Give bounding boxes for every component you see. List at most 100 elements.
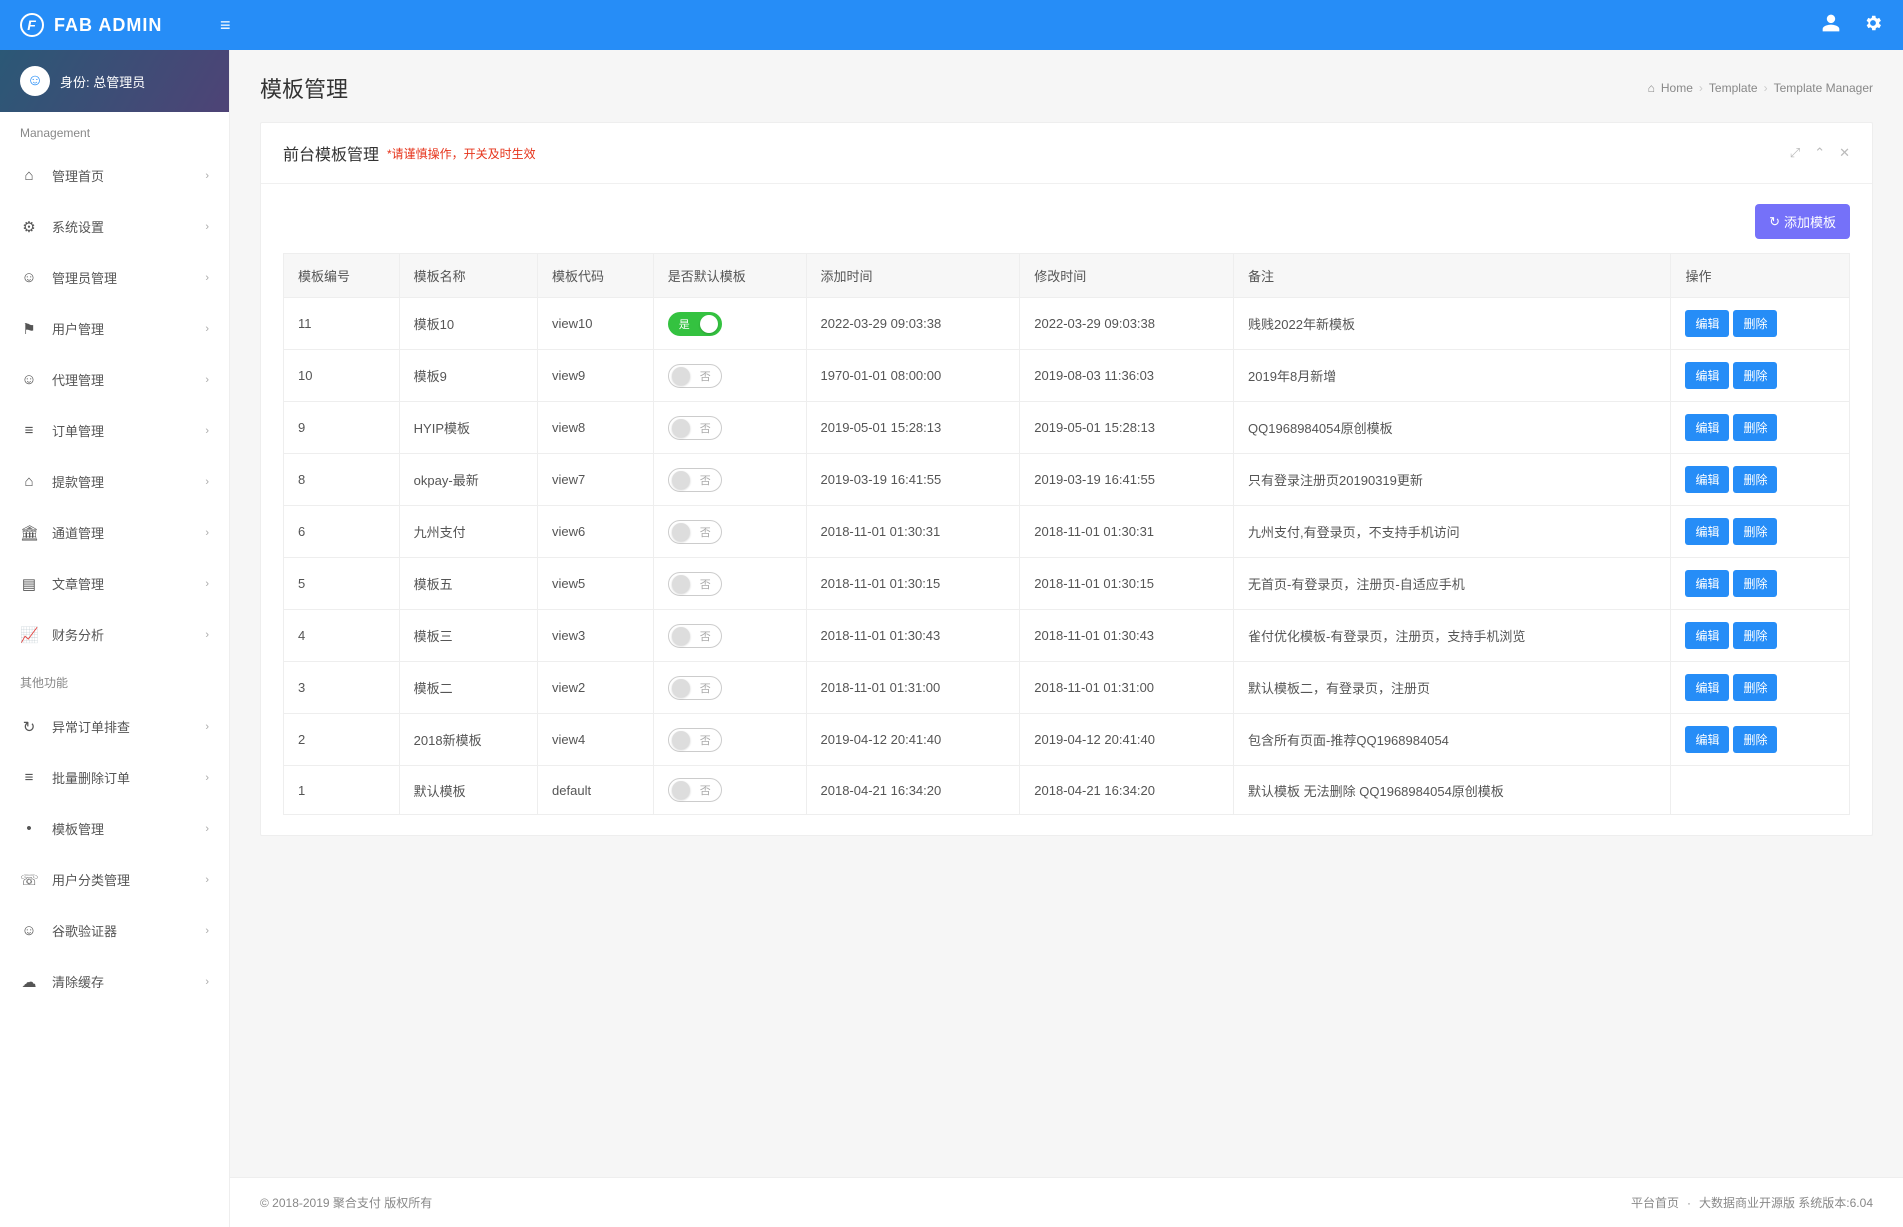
edit-button[interactable]: 编辑 [1685,570,1729,597]
edit-button[interactable]: 编辑 [1685,362,1729,389]
nav-header-management: Management [0,112,229,150]
refresh-icon: ↻ [1769,214,1780,230]
table-row: 9HYIP模板view8否2019-05-01 15:28:132019-05-… [284,402,1850,454]
nav-label: 用户分类管理 [52,870,130,889]
table-row: 22018新模板view4否2019-04-12 20:41:402019-04… [284,714,1850,766]
delete-button[interactable]: 删除 [1733,674,1777,701]
sidebar-item[interactable]: ☺管理员管理› [0,252,229,303]
chevron-right-icon: › [205,925,209,937]
table-header: 修改时间 [1020,254,1234,298]
default-switch[interactable]: 否 [668,624,722,648]
edit-button[interactable]: 编辑 [1685,414,1729,441]
sidebar-item[interactable]: ⌂ 提款管理 › [0,456,229,507]
nav-label: 用户管理 [52,319,104,338]
table-header: 是否默认模板 [653,254,806,298]
chevron-right-icon: › [205,221,209,233]
delete-button[interactable]: 删除 [1733,310,1777,337]
delete-button[interactable]: 删除 [1733,726,1777,753]
sidebar-item[interactable]: ⚑用户管理› [0,303,229,354]
sidebar-item[interactable]: ⌂管理首页› [0,150,229,201]
edit-button[interactable]: 编辑 [1685,622,1729,649]
default-switch[interactable]: 否 [668,520,722,544]
sidebar-item[interactable]: ⚙系统设置› [0,201,229,252]
default-switch[interactable]: 否 [668,364,722,388]
default-switch[interactable]: 是 [668,312,722,336]
sidebar-item[interactable]: ☺谷歌验证器› [0,905,229,956]
nav-label: 异常订单排查 [52,717,130,736]
default-switch[interactable]: 否 [668,728,722,752]
add-template-label: 添加模板 [1784,212,1836,231]
footer-link[interactable]: 平台首页 [1631,1194,1679,1211]
nav-label: 提款管理 [52,472,104,491]
sidebar-item[interactable]: ☺代理管理› [0,354,229,405]
table-header: 添加时间 [806,254,1020,298]
edit-button[interactable]: 编辑 [1685,310,1729,337]
nav-header-other: 其他功能 [0,660,229,701]
breadcrumb: ⌂ Home › Template › Template Manager [1648,81,1873,95]
table-row: 10模板9view9否1970-01-01 08:00:002019-08-03… [284,350,1850,402]
table-row: 3模板二view2否2018-11-01 01:31:002018-11-01 … [284,662,1850,714]
nav-icon: • [20,820,38,837]
sidebar-item[interactable]: ☏ 用户分类管理 › [0,854,229,905]
delete-button[interactable]: 删除 [1733,414,1777,441]
sidebar-item[interactable]: ▤文章管理› [0,558,229,609]
chevron-right-icon: › [205,721,209,733]
edit-button[interactable]: 编辑 [1685,674,1729,701]
sidebar-item[interactable]: •模板管理› [0,803,229,854]
sidebar-item[interactable]: 📈财务分析› [0,609,229,660]
table-header: 模板编号 [284,254,400,298]
footer-copyright: © 2018-2019 聚合支付 版权所有 [260,1194,432,1211]
default-switch[interactable]: 否 [668,676,722,700]
panel: 前台模板管理 *请谨慎操作，开关及时生效 ⤢ ⌃ ✕ ↻ 添加模板 [260,122,1873,836]
chevron-right-icon: › [205,374,209,386]
sidebar: ☺ 身份: 总管理员 Management ⌂管理首页›⚙系统设置›☺管理员管理… [0,50,230,1227]
sidebar-item[interactable]: ≡批量删除订单› [0,752,229,803]
delete-button[interactable]: 删除 [1733,466,1777,493]
nav-icon: ☺ [20,371,38,388]
edit-button[interactable]: 编辑 [1685,726,1729,753]
templates-table: 模板编号模板名称模板代码是否默认模板添加时间修改时间备注操作 11模板10vie… [283,253,1850,815]
chevron-right-icon: › [205,772,209,784]
nav-icon: ☏ [20,871,38,889]
edit-button[interactable]: 编辑 [1685,518,1729,545]
settings-icon[interactable] [1863,13,1883,38]
table-row: 8okpay-最新view7否2019-03-19 16:41:552019-0… [284,454,1850,506]
sidebar-item[interactable]: 🏛通道管理› [0,507,229,558]
chevron-right-icon: › [205,170,209,182]
breadcrumb-template[interactable]: Template [1709,81,1758,95]
delete-button[interactable]: 删除 [1733,362,1777,389]
nav-icon: ☁ [20,973,38,991]
nav-label: 系统设置 [52,217,104,236]
sidebar-item[interactable]: ↻异常订单排查› [0,701,229,752]
menu-toggle-icon[interactable]: ≡ [220,15,231,36]
home-icon: ⌂ [1648,81,1655,95]
brand-logo[interactable]: F FAB ADMIN [20,13,220,37]
delete-button[interactable]: 删除 [1733,518,1777,545]
nav-label: 清除缓存 [52,972,104,991]
chevron-right-icon: › [205,976,209,988]
chevron-right-icon: › [205,874,209,886]
default-switch[interactable]: 否 [668,778,722,802]
sidebar-item[interactable]: ≡订单管理› [0,405,229,456]
default-switch[interactable]: 否 [668,572,722,596]
logo-icon: F [20,13,44,37]
delete-button[interactable]: 删除 [1733,570,1777,597]
sidebar-item[interactable]: ☁ 清除缓存 › [0,956,229,1007]
edit-button[interactable]: 编辑 [1685,466,1729,493]
nav-icon: ▤ [20,575,38,593]
delete-button[interactable]: 删除 [1733,622,1777,649]
default-switch[interactable]: 否 [668,468,722,492]
nav-label: 批量删除订单 [52,768,130,787]
chevron-right-icon: › [205,425,209,437]
nav-icon: ☺ [20,922,38,939]
collapse-icon[interactable]: ⌃ [1814,145,1825,161]
nav-icon: ⌂ [20,473,38,490]
default-switch[interactable]: 否 [668,416,722,440]
user-icon[interactable] [1821,13,1841,38]
chevron-right-icon: › [205,476,209,488]
close-icon[interactable]: ✕ [1839,145,1850,161]
add-template-button[interactable]: ↻ 添加模板 [1755,204,1850,239]
avatar-icon: ☺ [20,66,50,96]
breadcrumb-home[interactable]: Home [1661,81,1693,95]
expand-icon[interactable]: ⤢ [1790,145,1800,161]
